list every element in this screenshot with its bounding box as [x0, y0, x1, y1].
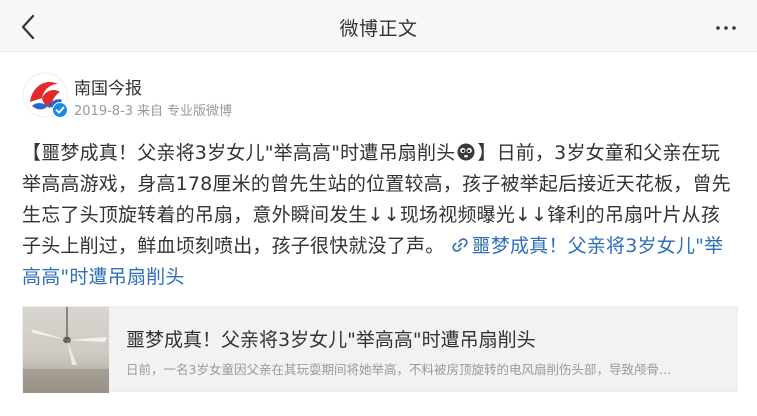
- post-body: 【噩梦成真！父亲将3岁女儿"举高高"时遭吊扇削头 】日前，3岁女童和父亲在玩举高高…: [22, 138, 734, 293]
- source-prefix: 来自: [137, 104, 164, 119]
- more-options-button[interactable]: [709, 12, 743, 42]
- card-title: 噩梦成真！父亲将3岁女儿"举高高"时遭吊扇削头: [126, 329, 536, 351]
- bracket-close: 】: [477, 142, 497, 164]
- author-name[interactable]: 南国今报: [74, 74, 142, 99]
- crying-face-icon: [457, 143, 475, 161]
- post-meta: 2019-8-3 来自 专业版微博: [74, 100, 236, 119]
- verified-badge-icon: [52, 102, 68, 118]
- ellipsis-icon: [716, 26, 736, 30]
- ceiling-fan-thumbnail: [23, 307, 109, 393]
- bracket-open: 【: [22, 142, 42, 164]
- link-icon: [452, 238, 468, 252]
- article-card[interactable]: 噩梦成真！父亲将3岁女儿"举高高"时遭吊扇削头 日前，一名3岁女童因父亲在其玩耍…: [22, 306, 738, 393]
- card-summary: 日前，一名3岁女童因父亲在其玩耍期间将她举高，不料被房顶旋转的电风扇削伤头部，导…: [126, 362, 672, 377]
- author-row: 南国今报 2019-8-3 来自 专业版微博: [22, 72, 722, 122]
- post-headline: 噩梦成真！父亲将3岁女儿"举高高"时遭吊扇削头: [41, 142, 456, 164]
- post-source: 专业版微博: [167, 104, 233, 119]
- post-date: 2019-8-3: [74, 104, 134, 119]
- navigation-bar: 微博正文: [0, 0, 757, 52]
- page-title: 微博正文: [339, 18, 418, 40]
